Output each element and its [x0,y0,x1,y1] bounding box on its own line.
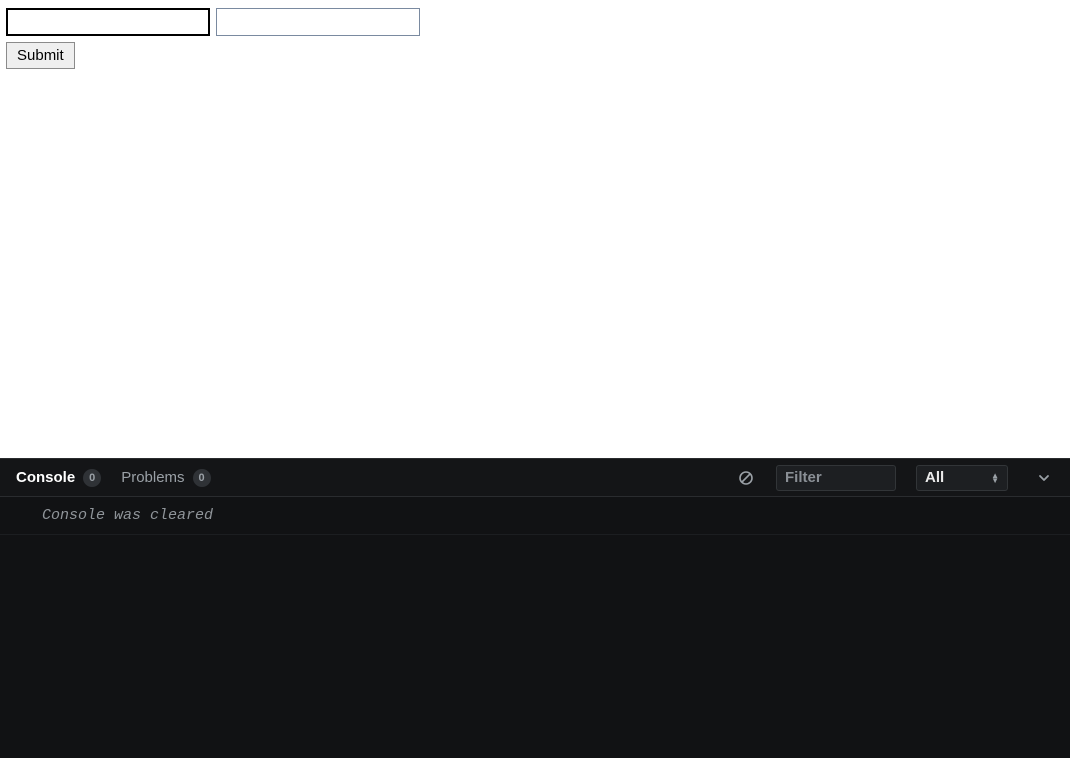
console-filter-input[interactable] [776,465,896,491]
console-output: Console was cleared [0,497,1070,758]
text-input-2[interactable] [216,8,420,36]
devtools-tab-bar: Console 0 Problems 0 All ▲▼ [0,459,1070,497]
ban-icon [738,470,754,486]
form-row [6,8,1064,36]
tab-console-label: Console [16,469,75,486]
tab-problems-label: Problems [121,469,184,486]
submit-button[interactable]: Submit [6,42,75,69]
problems-count-badge: 0 [193,469,211,487]
log-level-select[interactable]: All ▲▼ [916,465,1008,491]
collapse-panel-button[interactable] [1034,468,1054,488]
console-message: Console was cleared [0,497,1070,535]
page-content: Submit [0,0,1070,458]
console-count-badge: 0 [83,469,101,487]
tab-console[interactable]: Console 0 [16,469,101,487]
chevron-down-icon [1037,471,1051,485]
clear-console-button[interactable] [736,468,756,488]
devtools-panel: Console 0 Problems 0 All ▲▼ [0,458,1070,758]
tab-problems[interactable]: Problems 0 [121,469,210,487]
text-input-1[interactable] [6,8,210,36]
sort-arrows-icon: ▲▼ [991,473,999,483]
log-level-selected: All [925,469,944,486]
